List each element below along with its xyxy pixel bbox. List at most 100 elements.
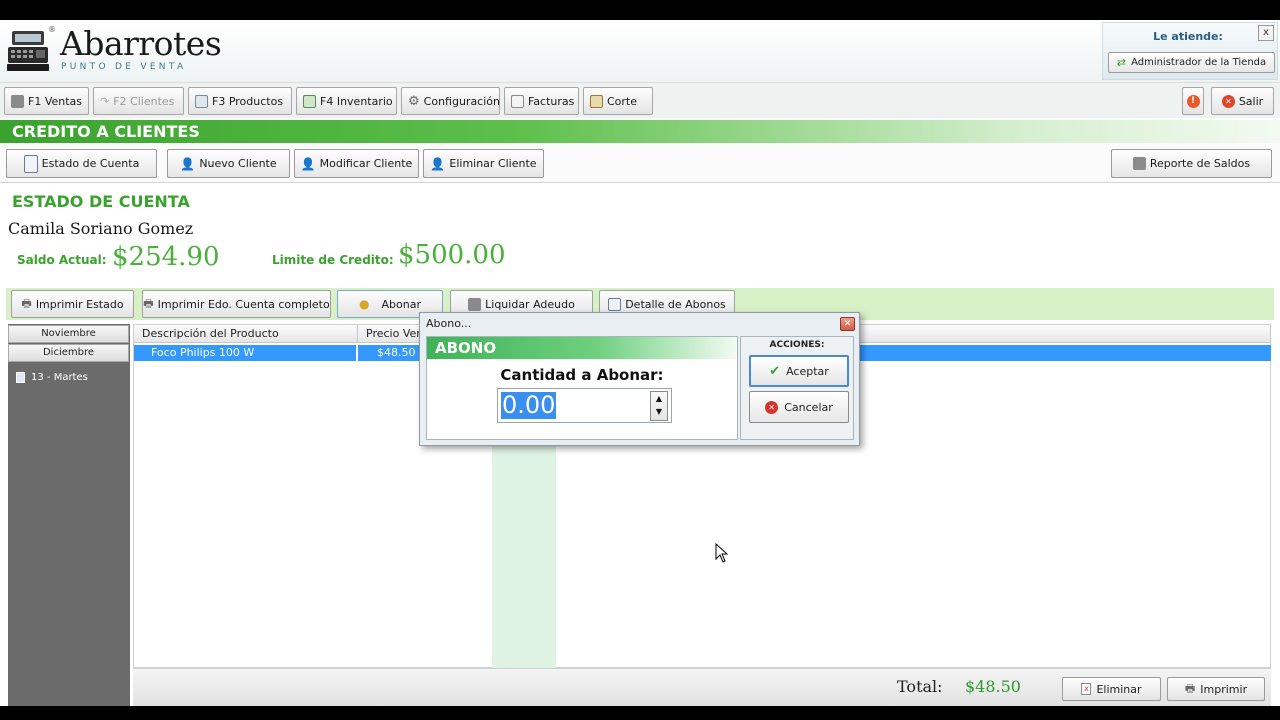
- clientes-button[interactable]: ↷ F2 Clientes: [93, 87, 184, 115]
- imprimir-label: Imprimir: [1200, 682, 1248, 696]
- nuevo-cliente-button[interactable]: 👤 Nuevo Cliente: [167, 149, 290, 178]
- estado-cuenta-title: ESTADO DE CUENTA: [12, 192, 190, 211]
- attend-label: Le atiende:: [1153, 30, 1223, 43]
- tree-day-label: 13 - Martes: [31, 372, 88, 383]
- undo-icon: ↷: [100, 94, 110, 108]
- check-icon: ✔: [769, 363, 781, 379]
- corte-button[interactable]: Corte: [583, 87, 653, 115]
- aceptar-button[interactable]: ✔ Aceptar: [749, 355, 849, 387]
- bottom-letterbox: [0, 706, 1280, 720]
- estado-cuenta-button[interactable]: Estado de Cuenta: [6, 149, 157, 178]
- alert-icon: !: [1186, 94, 1200, 108]
- corte-label: Corte: [607, 94, 638, 108]
- user-delete-icon: 👤: [430, 156, 446, 171]
- imprimir-estado-button[interactable]: 🖶 Imprimir Estado: [11, 290, 134, 318]
- inventory-icon: [303, 94, 316, 108]
- aceptar-label: Aceptar: [786, 364, 829, 378]
- dialog-title: Abono...: [426, 317, 472, 330]
- modificar-cliente-button[interactable]: 👤 Modificar Cliente: [294, 149, 419, 178]
- salir-button[interactable]: ✕ Salir: [1211, 87, 1274, 115]
- acciones-label: ACCIONES:: [769, 340, 825, 350]
- inventario-button[interactable]: F4 Inventario: [296, 87, 397, 115]
- imprimir-button[interactable]: 🖶 Imprimir: [1167, 677, 1265, 701]
- configuracion-button[interactable]: ⚙ Configuración: [401, 87, 500, 115]
- document-icon: [23, 154, 38, 173]
- facturas-label: Facturas: [528, 94, 575, 108]
- document-icon: [16, 372, 25, 383]
- saldo-value: $254.90: [112, 242, 220, 272]
- date-tree: Noviembre Diciembre 13 - Martes: [8, 324, 130, 706]
- cantidad-input[interactable]: 0.00 ▲ ▼: [497, 388, 672, 423]
- abono-form-panel: ABONO Cantidad a Abonar: 0.00 ▲ ▼: [426, 336, 738, 440]
- cash-register-icon: [6, 29, 50, 73]
- user-add-icon: 👤: [180, 156, 196, 171]
- total-label: Total:: [897, 677, 943, 696]
- section-title: CREDITO A CLIENTES: [12, 122, 200, 141]
- column-header-descripcion[interactable]: Descripción del Producto: [134, 325, 358, 343]
- gear-icon: ⚙: [408, 93, 420, 109]
- switch-user-label: Administrador de la Tienda: [1131, 57, 1267, 68]
- printer-icon: 🖶: [21, 296, 32, 310]
- user-edit-icon: 👤: [300, 156, 316, 171]
- dialog-actions-panel: ACCIONES: ✔ Aceptar ✕ Cancelar: [740, 336, 854, 440]
- mouse-pointer-icon: [715, 542, 729, 566]
- cancelar-button[interactable]: ✕ Cancelar: [749, 391, 849, 423]
- alert-button[interactable]: !: [1182, 87, 1204, 115]
- logo-registered-mark: ®: [48, 25, 56, 34]
- clientes-label: F2 Clientes: [113, 94, 175, 108]
- saldo-label: Saldo Actual:: [17, 253, 107, 267]
- abono-header: ABONO: [427, 337, 737, 359]
- attending-user-panel: Le atiende: ⇄ Administrador de la Tienda: [1102, 22, 1278, 80]
- productos-button[interactable]: F3 Productos: [188, 87, 292, 115]
- report-icon: [1132, 157, 1146, 170]
- imprimir-completo-button[interactable]: 🖶 Imprimir Edo. Cuenta completo: [142, 290, 331, 318]
- tree-month-noviembre[interactable]: Noviembre: [8, 325, 129, 343]
- section-header: CREDITO A CLIENTES: [0, 120, 1280, 143]
- switch-user-button[interactable]: ⇄ Administrador de la Tienda: [1108, 52, 1275, 73]
- list-icon: [608, 297, 622, 311]
- ventas-button[interactable]: F1 Ventas: [4, 87, 89, 115]
- modificar-cliente-label: Modificar Cliente: [319, 157, 413, 170]
- totals-footer: Total: $48.50 x Eliminar 🖶 Imprimir: [133, 668, 1271, 706]
- abonar-label: Abonar: [381, 297, 421, 311]
- eliminar-cliente-button[interactable]: 👤 Eliminar Cliente: [423, 149, 544, 178]
- total-value: $48.50: [965, 677, 1021, 696]
- cancel-icon: ✕: [765, 400, 779, 414]
- coins-icon: ●: [359, 297, 370, 311]
- invoice-icon: [511, 94, 524, 108]
- limite-label: Limite de Credito:: [272, 253, 394, 267]
- salir-label: Salir: [1238, 94, 1264, 108]
- inventario-label: F4 Inventario: [320, 94, 393, 108]
- panel-close-button[interactable]: x: [1258, 25, 1274, 41]
- tree-month-diciembre[interactable]: Diciembre: [8, 344, 129, 362]
- productos-label: F3 Productos: [212, 94, 284, 108]
- estado-cuenta-label: Estado de Cuenta: [41, 157, 140, 170]
- tree-day-item[interactable]: 13 - Martes: [16, 372, 88, 383]
- cart-icon: [11, 94, 24, 108]
- imprimir-estado-label: Imprimir Estado: [35, 297, 124, 311]
- facturas-button[interactable]: Facturas: [504, 87, 579, 115]
- detalle-label: Detalle de Abonos: [625, 297, 726, 311]
- cantidad-value: 0.00: [501, 391, 557, 419]
- abono-header-title: ABONO: [435, 339, 497, 357]
- liquidar-label: Liquidar Adeudo: [485, 297, 575, 311]
- box-icon: [195, 94, 208, 108]
- cell-descripcion: Foco Philips 100 W: [151, 346, 255, 359]
- abono-dialog: Abono... ✕ ABONO Cantidad a Abonar: 0.00…: [419, 312, 860, 446]
- printer-icon: 🖶: [1184, 681, 1196, 695]
- main-toolbar: F1 Ventas ↷ F2 Clientes F3 Productos F4 …: [0, 82, 1280, 118]
- eliminar-cliente-label: Eliminar Cliente: [449, 157, 537, 170]
- eliminar-button[interactable]: x Eliminar: [1062, 677, 1161, 701]
- cell-precio: $48.50: [377, 346, 416, 359]
- limite-value: $500.00: [398, 240, 506, 270]
- app-window: ® Abarrotes PUNTO DE VENTA Le atiende: ⇄…: [0, 20, 1280, 706]
- cantidad-label: Cantidad a Abonar:: [500, 366, 664, 384]
- reporte-saldos-button[interactable]: Reporte de Saldos: [1111, 149, 1272, 178]
- logo-subtitle: PUNTO DE VENTA: [61, 62, 187, 72]
- calculator-icon: [468, 297, 482, 311]
- nuevo-cliente-label: Nuevo Cliente: [199, 157, 277, 170]
- cantidad-spinner[interactable]: ▲ ▼: [650, 391, 668, 421]
- delete-doc-icon: x: [1081, 683, 1092, 695]
- clipboard-icon: [590, 94, 603, 108]
- dialog-close-button[interactable]: ✕: [840, 317, 855, 331]
